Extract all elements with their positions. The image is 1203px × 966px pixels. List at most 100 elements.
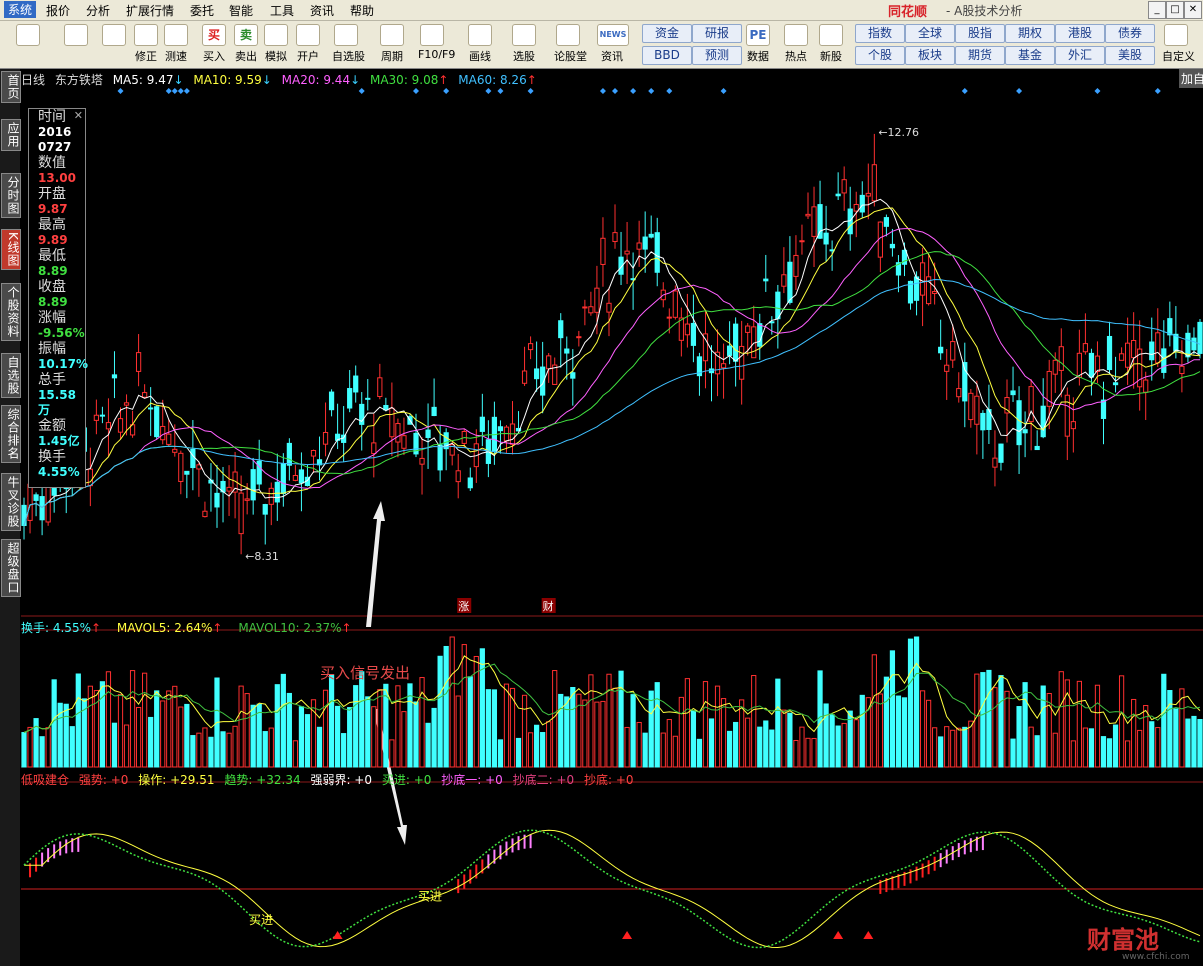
candle-body[interactable] [347, 388, 353, 409]
candle-body[interactable] [1028, 386, 1034, 423]
menu-item-4[interactable]: 委托 [190, 2, 214, 19]
candle-body[interactable] [775, 291, 781, 320]
candle-body[interactable] [1155, 332, 1161, 364]
toolbar-button-1[interactable] [62, 24, 90, 66]
candle-body[interactable] [1016, 400, 1022, 446]
toolbar-button-15[interactable]: NEWS 资讯 [597, 24, 629, 66]
candle-body[interactable] [226, 486, 232, 492]
candle-body[interactable] [395, 423, 401, 443]
candle-body[interactable] [871, 164, 877, 202]
candle-body[interactable] [968, 392, 974, 421]
market-button-港股[interactable]: 港股 [1055, 24, 1105, 43]
candle-body[interactable] [383, 404, 389, 411]
candle-body[interactable] [720, 363, 727, 369]
candle-body[interactable] [244, 498, 250, 501]
quick-button-研报[interactable]: 研报 [692, 24, 742, 43]
menu-item-5[interactable]: 智能 [229, 2, 253, 19]
market-button-外汇[interactable]: 外汇 [1055, 46, 1105, 65]
sidebar-tab-1[interactable]: 应用 [1, 119, 21, 151]
candle-body[interactable] [606, 302, 612, 313]
candle-body[interactable] [1058, 346, 1064, 371]
candle-body[interactable] [1034, 445, 1040, 451]
close-icon[interactable]: ✕ [74, 109, 83, 122]
candle-body[interactable] [286, 442, 292, 466]
candle-body[interactable] [1106, 335, 1113, 371]
candle-body[interactable] [280, 463, 286, 494]
candle-body[interactable] [250, 469, 256, 501]
candle-body[interactable] [1064, 394, 1070, 437]
quick-button-BBD[interactable]: BBD [642, 46, 692, 65]
chart-area[interactable]: ←12.76 ←8.31 涨财买进 买进 日线 东方铁塔 MA5: 9.47↓ MA1… [21, 69, 1203, 966]
candle-body[interactable] [672, 290, 678, 318]
candle-body[interactable] [123, 402, 130, 406]
candle-body[interactable] [757, 323, 763, 347]
candle-body[interactable] [853, 203, 859, 212]
candle-body[interactable] [1149, 341, 1155, 361]
candle-body[interactable] [980, 412, 986, 431]
candle-body[interactable] [944, 364, 950, 372]
candle-body[interactable] [521, 370, 528, 384]
candle-body[interactable] [268, 487, 274, 505]
candle-body[interactable] [1076, 352, 1082, 378]
candle-body[interactable] [666, 316, 672, 319]
candle-body[interactable] [1070, 421, 1076, 430]
menu-item-0[interactable]: 系统 [4, 1, 37, 18]
sidebar-tab-5[interactable]: 自选股 [1, 353, 21, 398]
sidebar-tab-4[interactable]: 个股资料 [1, 283, 21, 341]
toolbar-button-3[interactable]: 修正 [132, 24, 160, 66]
sidebar-tab-6[interactable]: 综合排名 [1, 405, 21, 463]
toolbar-button-0[interactable] [14, 24, 42, 66]
candle-body[interactable] [117, 418, 124, 433]
market-button-债券[interactable]: 债券 [1105, 24, 1155, 43]
candle-body[interactable] [739, 345, 745, 380]
candle-body[interactable] [148, 407, 154, 410]
candle-body[interactable] [1125, 342, 1131, 368]
candle-body[interactable] [932, 291, 938, 294]
quick-button-资金[interactable]: 资金 [642, 24, 692, 43]
candle-body[interactable] [135, 352, 142, 372]
candle-body[interactable] [546, 355, 552, 370]
candle-body[interactable] [793, 254, 799, 277]
toolbar-button-5[interactable]: 买买入 [200, 24, 228, 66]
candle-body[interactable] [262, 504, 268, 515]
candle-body[interactable] [322, 431, 329, 445]
candle-body[interactable] [214, 492, 220, 508]
candle-body[interactable] [612, 232, 618, 243]
market-button-板块[interactable]: 板块 [905, 46, 955, 65]
candle-body[interactable] [142, 392, 148, 398]
candle-body[interactable] [823, 232, 829, 245]
candle-body[interactable] [467, 477, 473, 489]
toolbar-button-19[interactable]: 自定义 [1162, 24, 1195, 66]
candle-body[interactable] [377, 377, 383, 398]
candle-body[interactable] [1052, 359, 1058, 375]
candle-body[interactable] [865, 192, 871, 197]
candle-body[interactable] [733, 323, 739, 362]
candle-body[interactable] [998, 443, 1004, 463]
candle-body[interactable] [33, 494, 39, 501]
menu-item-3[interactable]: 扩展行情 [126, 2, 174, 19]
candle-body[interactable] [799, 240, 805, 243]
toolbar-button-10[interactable]: 周期 [378, 24, 406, 66]
menu-item-8[interactable]: 帮助 [350, 2, 374, 19]
toolbar-button-2[interactable] [100, 24, 128, 66]
toolbar-button-11[interactable]: F10/F9 [418, 24, 455, 66]
candle-body[interactable] [1179, 365, 1185, 375]
candle-body[interactable] [479, 416, 485, 432]
market-button-期货[interactable]: 期货 [955, 46, 1005, 65]
candle-body[interactable] [763, 278, 769, 282]
sidebar-tab-7[interactable]: 牛叉诊股 [1, 473, 21, 531]
candle-body[interactable] [1185, 332, 1191, 358]
menu-item-1[interactable]: 报价 [46, 2, 70, 19]
candle-body[interactable] [913, 276, 920, 301]
candle-body[interactable] [1040, 405, 1046, 438]
toolbar-button-18[interactable]: 新股 [817, 24, 845, 66]
candle-body[interactable] [154, 406, 160, 438]
candle-body[interactable] [859, 194, 865, 213]
candle-body[interactable] [594, 287, 600, 313]
candle-body[interactable] [745, 325, 751, 333]
event-mark-1[interactable]: 财 [543, 599, 554, 613]
candle-body[interactable] [1088, 352, 1095, 378]
candle-body[interactable] [105, 422, 112, 430]
event-mark-0[interactable]: 涨 [458, 600, 469, 613]
candle-body[interactable] [636, 242, 642, 250]
